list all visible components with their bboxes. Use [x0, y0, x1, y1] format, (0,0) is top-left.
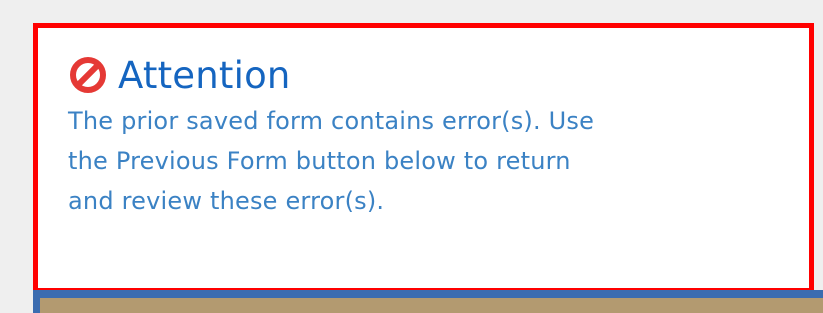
page: Attention The prior saved form contains … [0, 0, 823, 313]
alert-message-line: the Previous Form button below to return [68, 147, 571, 175]
alert-heading: Attention [68, 52, 291, 98]
alert-message-line: and review these error(s). [68, 187, 385, 215]
alert-title: Attention [118, 53, 291, 97]
alert-message: The prior saved form contains error(s). … [68, 101, 718, 221]
prohibited-icon [70, 57, 106, 93]
alert-message-line: The prior saved form contains error(s). … [68, 107, 595, 135]
bottom-panel [40, 298, 823, 313]
